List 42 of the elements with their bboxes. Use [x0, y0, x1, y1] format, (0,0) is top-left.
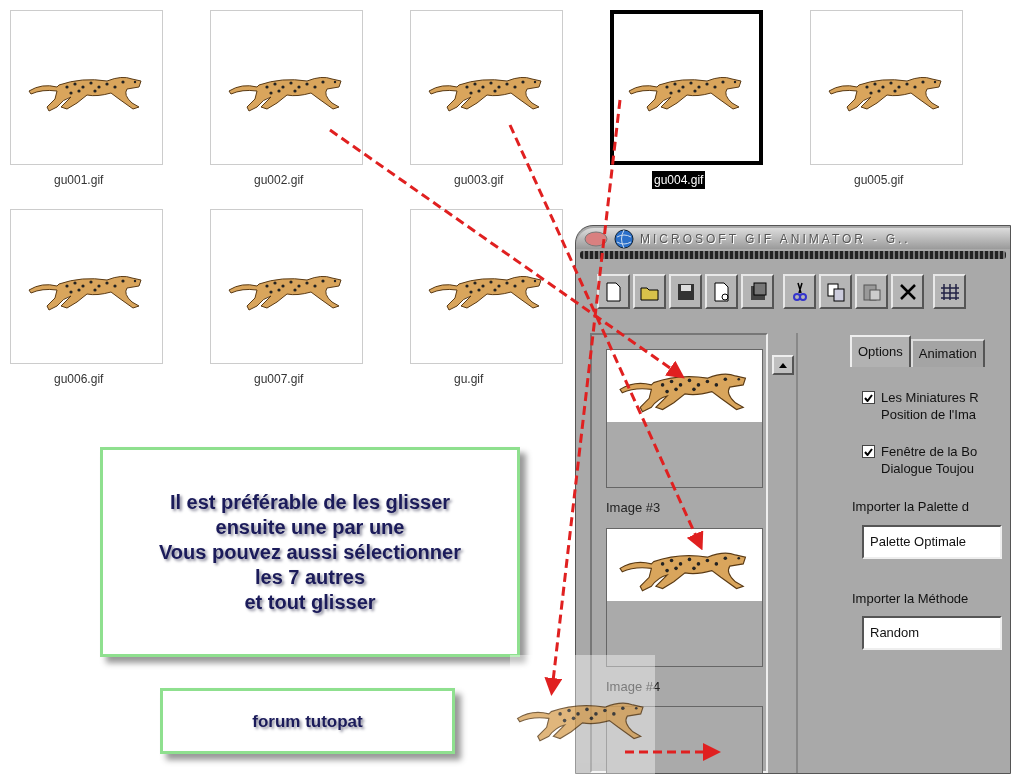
- scroll-up-button[interactable]: [772, 355, 794, 375]
- checkmark-icon: [864, 447, 873, 456]
- film-button[interactable]: [741, 274, 774, 309]
- dropdown[interactable]: Random: [862, 616, 1002, 650]
- folder-button[interactable]: [633, 274, 666, 309]
- new-file-button[interactable]: [597, 274, 630, 309]
- up-arrow-icon: [779, 362, 787, 368]
- file-name: gu005.gif: [854, 172, 904, 189]
- copy-button[interactable]: [819, 274, 852, 309]
- animation-frame[interactable]: [606, 527, 763, 667]
- window-title: MICROSOFT GIF ANIMATOR - G..: [640, 230, 911, 248]
- file-name: gu003.gif: [454, 172, 504, 189]
- file-name: gu.gif: [454, 371, 484, 388]
- file-name: gu006.gif: [54, 371, 104, 388]
- callout-text: forum tutopat: [252, 710, 363, 733]
- tab[interactable]: Animation: [910, 339, 985, 367]
- file-name: gu004.gif: [652, 171, 706, 189]
- floppy-button[interactable]: [669, 274, 702, 309]
- callout-text: Il est préférable de les glisser ensuite une par une Vous pouvez aussi sélectionner les 7 autres et tout glisser: [159, 489, 461, 615]
- animation-frame[interactable]: [606, 349, 763, 488]
- dropdown-label: Importer la Palette d: [852, 498, 971, 516]
- checkmark-icon: [864, 393, 873, 402]
- checkbox[interactable]: [862, 445, 875, 458]
- delete-button[interactable]: [891, 274, 924, 309]
- checkbox[interactable]: [862, 391, 875, 404]
- dropdown-label: Importer la Méthode: [852, 589, 970, 608]
- preview-button[interactable]: [705, 274, 738, 309]
- thumbnail[interactable]: [610, 10, 763, 165]
- grid-button[interactable]: [933, 274, 966, 309]
- close-icon[interactable]: [584, 230, 608, 247]
- tab[interactable]: Options: [850, 335, 911, 367]
- file-name: gu002.gif: [254, 172, 304, 189]
- checkbox-label: Les Miniatures R Position de l'Ima: [881, 389, 979, 423]
- file-name: gu007.gif: [254, 371, 304, 388]
- globe-icon: [614, 228, 634, 249]
- frame-label: Image #4: [606, 677, 662, 696]
- scissors-button[interactable]: [783, 274, 816, 309]
- file-name: gu001.gif: [54, 172, 104, 189]
- dropdown[interactable]: Palette Optimale: [862, 524, 1002, 559]
- checkbox-label: Fenêtre de la Bo Dialogue Toujou: [881, 443, 978, 477]
- frame-label: Image #3: [606, 499, 662, 517]
- paste-button[interactable]: [855, 274, 888, 309]
